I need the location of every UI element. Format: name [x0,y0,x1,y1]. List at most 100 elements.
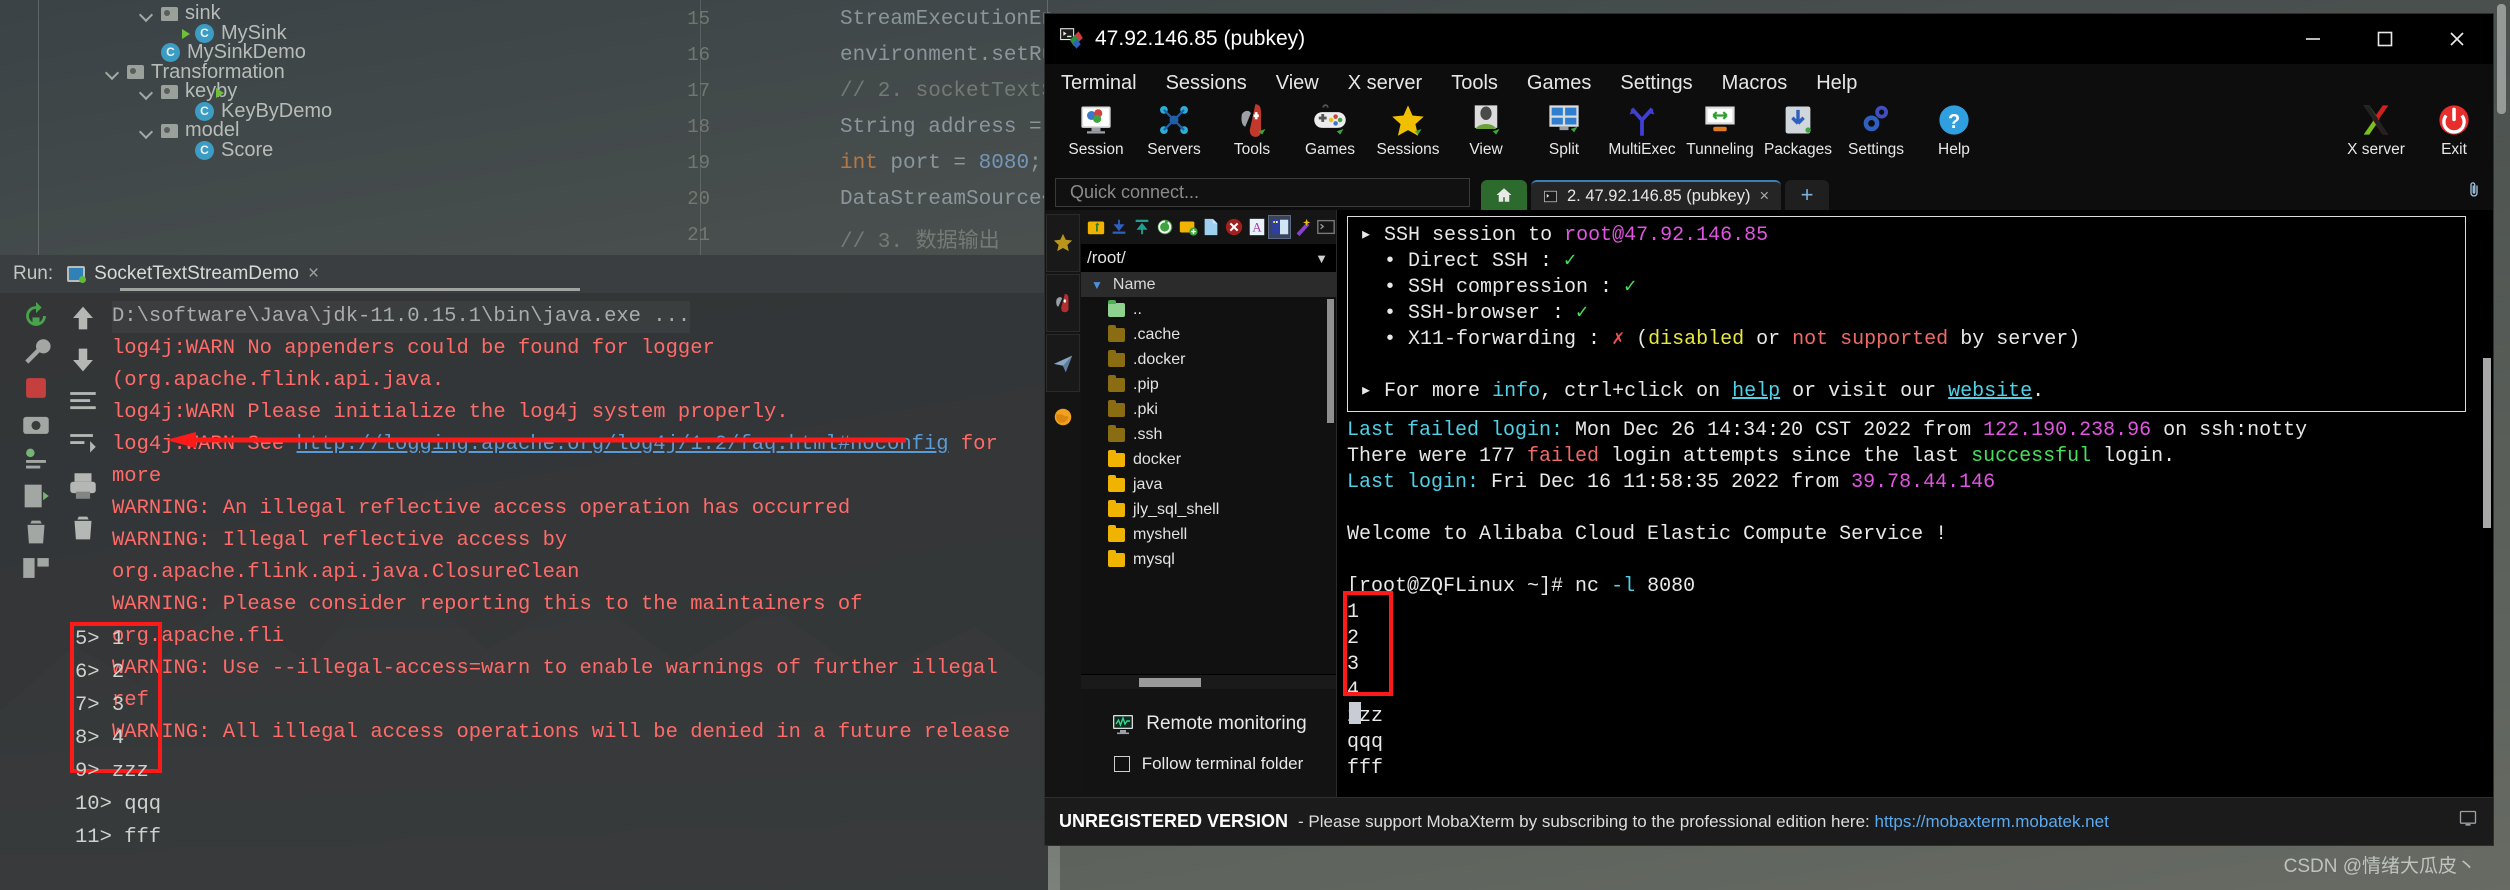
favorites-star-icon[interactable] [1046,214,1080,272]
file-row[interactable]: .ssh [1081,422,1336,447]
menu-sessions[interactable]: Sessions [1166,72,1247,95]
menu-help[interactable]: Help [1816,72,1857,95]
menu-tools[interactable]: Tools [1451,72,1498,95]
wrench-icon[interactable] [19,335,53,369]
menu-macros[interactable]: Macros [1722,72,1788,95]
sftp-column-header[interactable]: ▼ Name [1081,272,1336,297]
run-gutter-toolbar-2[interactable] [62,293,104,633]
chevron-down-icon[interactable] [106,65,120,79]
camera-icon[interactable] [19,407,53,441]
mobatek-link[interactable]: https://mobaxterm.mobatek.net [1874,812,2108,831]
minimize-button[interactable] [2277,14,2349,64]
quick-connect-row[interactable]: Quick connect... 2. 47.92.146.85 (pubkey… [1045,174,2493,210]
print-icon[interactable] [66,469,100,503]
terminal-icon[interactable] [1315,216,1336,238]
terminal-scrollbar[interactable] [2483,358,2491,528]
file-row[interactable]: .pip [1081,372,1336,397]
menu-games[interactable]: Games [1527,72,1591,95]
scroll-to-end-icon[interactable] [66,427,100,461]
toolbar-tools[interactable]: Tools [1213,102,1291,159]
export-icon[interactable] [19,479,53,513]
maximize-button[interactable] [2349,14,2421,64]
mobaxterm-toolbar[interactable]: Session Servers Tools Games Sessions View Spli… [1045,102,2493,174]
soft-wrap-icon[interactable] [66,385,100,419]
mobaxterm-sidebar[interactable] [1045,210,1081,797]
sftp-file-list[interactable]: .. .cache .docker .pip .pki .ssh docker java jly… [1081,297,1336,674]
toolbar-split[interactable]: Split [1525,102,1603,159]
editor-code-line[interactable]: // 2. socketTextS [840,80,1054,103]
project-tree-scrollbar[interactable] [2497,4,2506,114]
toolbar-x-server[interactable]: X server [2337,102,2415,159]
file-row[interactable]: .pki [1081,397,1336,422]
mobaxterm-menubar[interactable]: Terminal Sessions View X server Tools Games Se… [1045,64,2493,102]
file-row[interactable]: .cache [1081,322,1336,347]
file-row[interactable]: .docker [1081,347,1336,372]
follow-terminal-folder-row[interactable]: Follow terminal folder [1113,754,1303,774]
new-tab-button[interactable]: + [1785,180,1830,210]
sftp-toolbar[interactable]: A [1081,210,1336,244]
terminal-view[interactable]: ▸ SSH session to root@47.92.146.85 • Dir… [1337,210,2493,797]
chevron-down-icon[interactable] [140,124,154,138]
sftp-list-scrollbar[interactable] [1327,299,1334,423]
new-file-icon[interactable] [1200,216,1221,238]
quick-connect-input[interactable]: Quick connect... [1055,177,1470,207]
mobaxterm-titlebar[interactable]: 47.92.146.85 (pubkey) [1045,14,2493,64]
rerun-icon[interactable] [19,299,53,333]
preview-pane-icon[interactable] [1268,215,1291,239]
editor-code-line[interactable]: // 3. 数据输出 [840,224,1000,254]
tab-session-1[interactable]: 2. 47.92.146.85 (pubkey) × [1531,180,1782,210]
layout-icon[interactable] [19,551,53,585]
follow-terminal-folder-checkbox[interactable] [1113,756,1130,772]
sftp-horizontal-scrollbar[interactable] [1081,674,1336,689]
home-icon[interactable] [1481,180,1527,210]
send-plane-icon[interactable] [1046,334,1080,392]
tab-close-icon[interactable]: × [1759,187,1769,206]
help-link[interactable]: help [1732,380,1780,403]
remote-monitoring-button[interactable]: Remote monitoring [1110,712,1307,736]
toolbar-games[interactable]: Games [1291,102,1369,159]
delete-icon[interactable] [1223,216,1244,238]
toolbar-help[interactable]: ? Help [1915,102,1993,159]
scroll-down-icon[interactable] [66,343,100,377]
sftp-path-field[interactable]: /root/ ▼ [1081,244,1336,272]
file-row[interactable]: mysql [1081,547,1336,572]
toolbar-exit[interactable]: Exit [2415,102,2493,159]
toolbar-sessions[interactable]: Sessions [1369,102,1447,159]
menu-terminal[interactable]: Terminal [1061,72,1137,95]
toolbar-servers[interactable]: Servers [1135,102,1213,159]
thread-dump-icon[interactable] [19,443,53,477]
chevron-down-icon[interactable] [140,7,154,21]
file-row[interactable]: .. [1081,297,1336,322]
tools-knife-icon[interactable] [1046,274,1080,332]
toolbar-session[interactable]: Session [1057,102,1135,159]
text-edit-icon[interactable]: A [1246,216,1267,238]
new-folder-icon[interactable] [1177,216,1198,238]
file-row[interactable]: java [1081,472,1336,497]
tool-window-rail[interactable]: Structure Bookmarks [0,600,30,890]
magic-icon[interactable] [1292,216,1313,238]
toolbar-settings[interactable]: Settings [1837,102,1915,159]
editor-code-line[interactable]: DataStreamSource< [840,188,1054,211]
editor-code-line[interactable]: int port = 8080; [840,152,1042,175]
refresh-icon[interactable] [1154,216,1175,238]
menu-x-server[interactable]: X server [1348,72,1422,95]
editor-code-line[interactable]: environment.setRu [840,44,1054,67]
session-tabstrip[interactable]: 2. 47.92.146.85 (pubkey) × + [1481,180,1830,210]
window-controls[interactable] [2277,14,2493,64]
toolbar-multiexec[interactable]: MultiExec [1603,102,1681,159]
file-row[interactable]: docker [1081,447,1336,472]
parent-dir-icon[interactable] [1085,216,1106,238]
clip-icon[interactable] [2465,181,2483,204]
chevron-down-icon[interactable]: ▼ [1315,251,1328,266]
website-link[interactable]: website [1948,380,2032,403]
delete-icon[interactable] [66,511,100,545]
close-icon[interactable]: × [308,263,319,285]
globe-icon[interactable] [1046,394,1080,440]
scroll-up-icon[interactable] [66,301,100,335]
toolbar-packages[interactable]: Packages [1759,102,1837,159]
chevron-down-icon[interactable] [140,85,154,99]
close-button[interactable] [2421,14,2493,64]
monitor-icon[interactable] [2457,809,2479,834]
file-row[interactable]: myshell [1081,522,1336,547]
editor-code-line[interactable]: StreamExecutionEn [840,8,1054,31]
